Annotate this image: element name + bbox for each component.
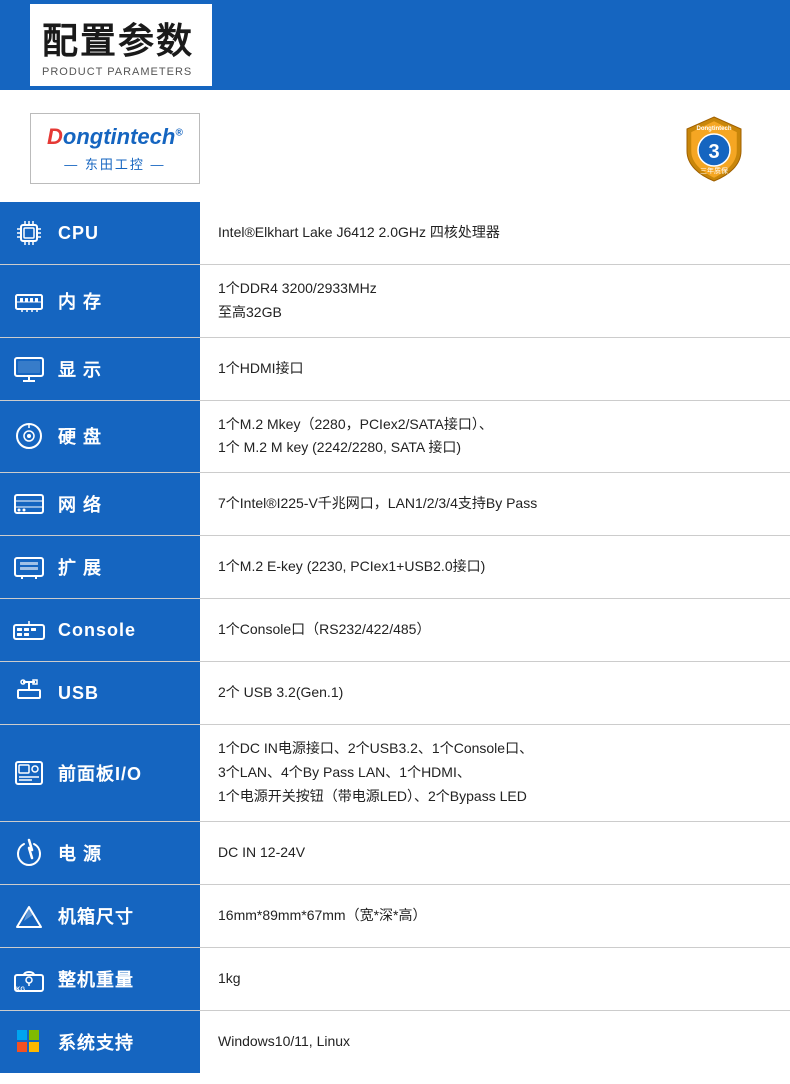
spec-row-power: 电 源 DC IN 12-24V xyxy=(0,821,790,884)
spec-label-expansion: 扩 展 xyxy=(58,554,102,580)
spec-label-inner-power: 电 源 xyxy=(10,834,190,872)
spec-row-cpu: CPU Intel®Elkhart Lake J6412 2.0GHz 四核处理… xyxy=(0,202,790,265)
brand-logo: Dongtintech® — 东田工控 — xyxy=(30,113,200,184)
spec-label-inner-usb: USB xyxy=(10,674,190,712)
spec-value-network: 7个Intel®I225-V千兆网口，LAN1/2/3/4支持By Pass xyxy=(200,473,790,536)
spec-label-inner-memory: 内 存 xyxy=(10,282,190,320)
svg-text:Dongtintech: Dongtintech xyxy=(697,126,732,132)
svg-text:3: 3 xyxy=(708,141,719,163)
spec-label-inner-display: 显 示 xyxy=(10,350,190,388)
svg-text:三年质保: 三年质保 xyxy=(700,166,728,175)
spec-label-storage: 硬 盘 xyxy=(58,423,102,449)
page-title: 配置参数 xyxy=(42,12,194,64)
spec-value-cpu: Intel®Elkhart Lake J6412 2.0GHz 四核处理器 xyxy=(200,202,790,265)
spec-label-cpu: CPU xyxy=(58,223,99,244)
spec-icon-expansion xyxy=(10,548,48,586)
spec-row-console: Console 1个Console口（RS232/422/485） xyxy=(0,599,790,662)
spec-icon-network xyxy=(10,485,48,523)
spec-icon-display xyxy=(10,350,48,388)
spec-label-dimensions: 机箱尺寸 xyxy=(58,903,134,929)
spec-row-expansion: 扩 展 1个M.2 E-key (2230, PCIex1+USB2.0接口) xyxy=(0,536,790,599)
spec-label-inner-cpu: CPU xyxy=(10,214,190,252)
spec-label-inner-console: Console xyxy=(10,611,190,649)
spec-value-frontpanel: 1个DC IN电源接口、2个USB3.2、1个Console口、3个LAN、4个… xyxy=(200,725,790,821)
spec-icon-storage xyxy=(10,417,48,455)
spec-label-inner-storage: 硬 盘 xyxy=(10,417,190,455)
logo-cn: — 东田工控 — xyxy=(64,154,165,173)
spec-row-usb: USB 2个 USB 3.2(Gen.1) xyxy=(0,662,790,725)
spec-label-weight: 整机重量 xyxy=(58,966,134,992)
spec-icon-power xyxy=(10,834,48,872)
spec-label-inner-os: 系统支持 xyxy=(10,1023,190,1061)
spec-label-inner-weight: KG 整机重量 xyxy=(10,960,190,998)
spec-label-power: 电 源 xyxy=(58,840,102,866)
spec-label-console: Console xyxy=(58,620,136,641)
spec-value-display: 1个HDMI接口 xyxy=(200,337,790,400)
spec-value-power: DC IN 12-24V xyxy=(200,821,790,884)
logo-brand-d: Dongtintech® xyxy=(47,124,183,150)
spec-label-network: 网 络 xyxy=(58,491,102,517)
spec-label-usb: USB xyxy=(58,683,99,704)
spec-icon-os xyxy=(10,1023,48,1061)
spec-label-inner-frontpanel: 前面板I/O xyxy=(10,754,190,792)
spec-row-display: 显 示 1个HDMI接口 xyxy=(0,337,790,400)
spec-row-os: 系统支持 Windows10/11, Linux xyxy=(0,1010,790,1073)
spec-value-weight: 1kg xyxy=(200,947,790,1010)
spec-value-expansion: 1个M.2 E-key (2230, PCIex1+USB2.0接口) xyxy=(200,536,790,599)
spec-value-usb: 2个 USB 3.2(Gen.1) xyxy=(200,662,790,725)
spec-row-weight: KG 整机重量 1kg xyxy=(0,947,790,1010)
spec-row-frontpanel: 前面板I/O 1个DC IN电源接口、2个USB3.2、1个Console口、3… xyxy=(0,725,790,821)
spec-value-dimensions: 16mm*89mm*67mm（宽*深*高） xyxy=(200,884,790,947)
spec-label-inner-dimensions: 机箱尺寸 xyxy=(10,897,190,935)
spec-icon-console xyxy=(10,611,48,649)
header-title-box: 配置参数 PRODUCT PARAMETERS xyxy=(30,4,212,86)
spec-label-inner-network: 网 络 xyxy=(10,485,190,523)
spec-value-console: 1个Console口（RS232/422/485） xyxy=(200,599,790,662)
spec-label-frontpanel: 前面板I/O xyxy=(58,760,142,786)
spec-value-os: Windows10/11, Linux xyxy=(200,1010,790,1073)
spec-table: CPU Intel®Elkhart Lake J6412 2.0GHz 四核处理… xyxy=(0,202,790,1073)
spec-row-network: 网 络 7个Intel®I225-V千兆网口，LAN1/2/3/4支持By Pa… xyxy=(0,473,790,536)
warranty-badge: 3 Dongtintech 三年质保 xyxy=(678,112,750,184)
page-subtitle: PRODUCT PARAMETERS xyxy=(42,66,192,78)
spec-label-display: 显 示 xyxy=(58,356,102,382)
spec-icon-frontpanel xyxy=(10,754,48,792)
spec-label-os: 系统支持 xyxy=(58,1029,134,1055)
svg-text:KG: KG xyxy=(16,987,25,993)
spec-label-inner-expansion: 扩 展 xyxy=(10,548,190,586)
spec-icon-memory xyxy=(10,282,48,320)
spec-icon-weight: KG xyxy=(10,960,48,998)
spec-row-memory: 内 存 1个DDR4 3200/2933MHz至高32GB xyxy=(0,265,790,338)
logo-row: Dongtintech® — 东田工控 — 3 Dongtintech 三年质保 xyxy=(0,90,790,202)
spec-icon-dimensions xyxy=(10,897,48,935)
spec-value-memory: 1个DDR4 3200/2933MHz至高32GB xyxy=(200,265,790,338)
spec-row-storage: 硬 盘 1个M.2 Mkey（2280，PCIex2/SATA接口）、1个 M.… xyxy=(0,400,790,473)
spec-icon-usb xyxy=(10,674,48,712)
spec-label-memory: 内 存 xyxy=(58,288,102,314)
spec-icon-cpu xyxy=(10,214,48,252)
spec-row-dimensions: 机箱尺寸 16mm*89mm*67mm（宽*深*高） xyxy=(0,884,790,947)
header: 配置参数 PRODUCT PARAMETERS xyxy=(0,0,790,90)
spec-value-storage: 1个M.2 Mkey（2280，PCIex2/SATA接口）、1个 M.2 M … xyxy=(200,400,790,473)
